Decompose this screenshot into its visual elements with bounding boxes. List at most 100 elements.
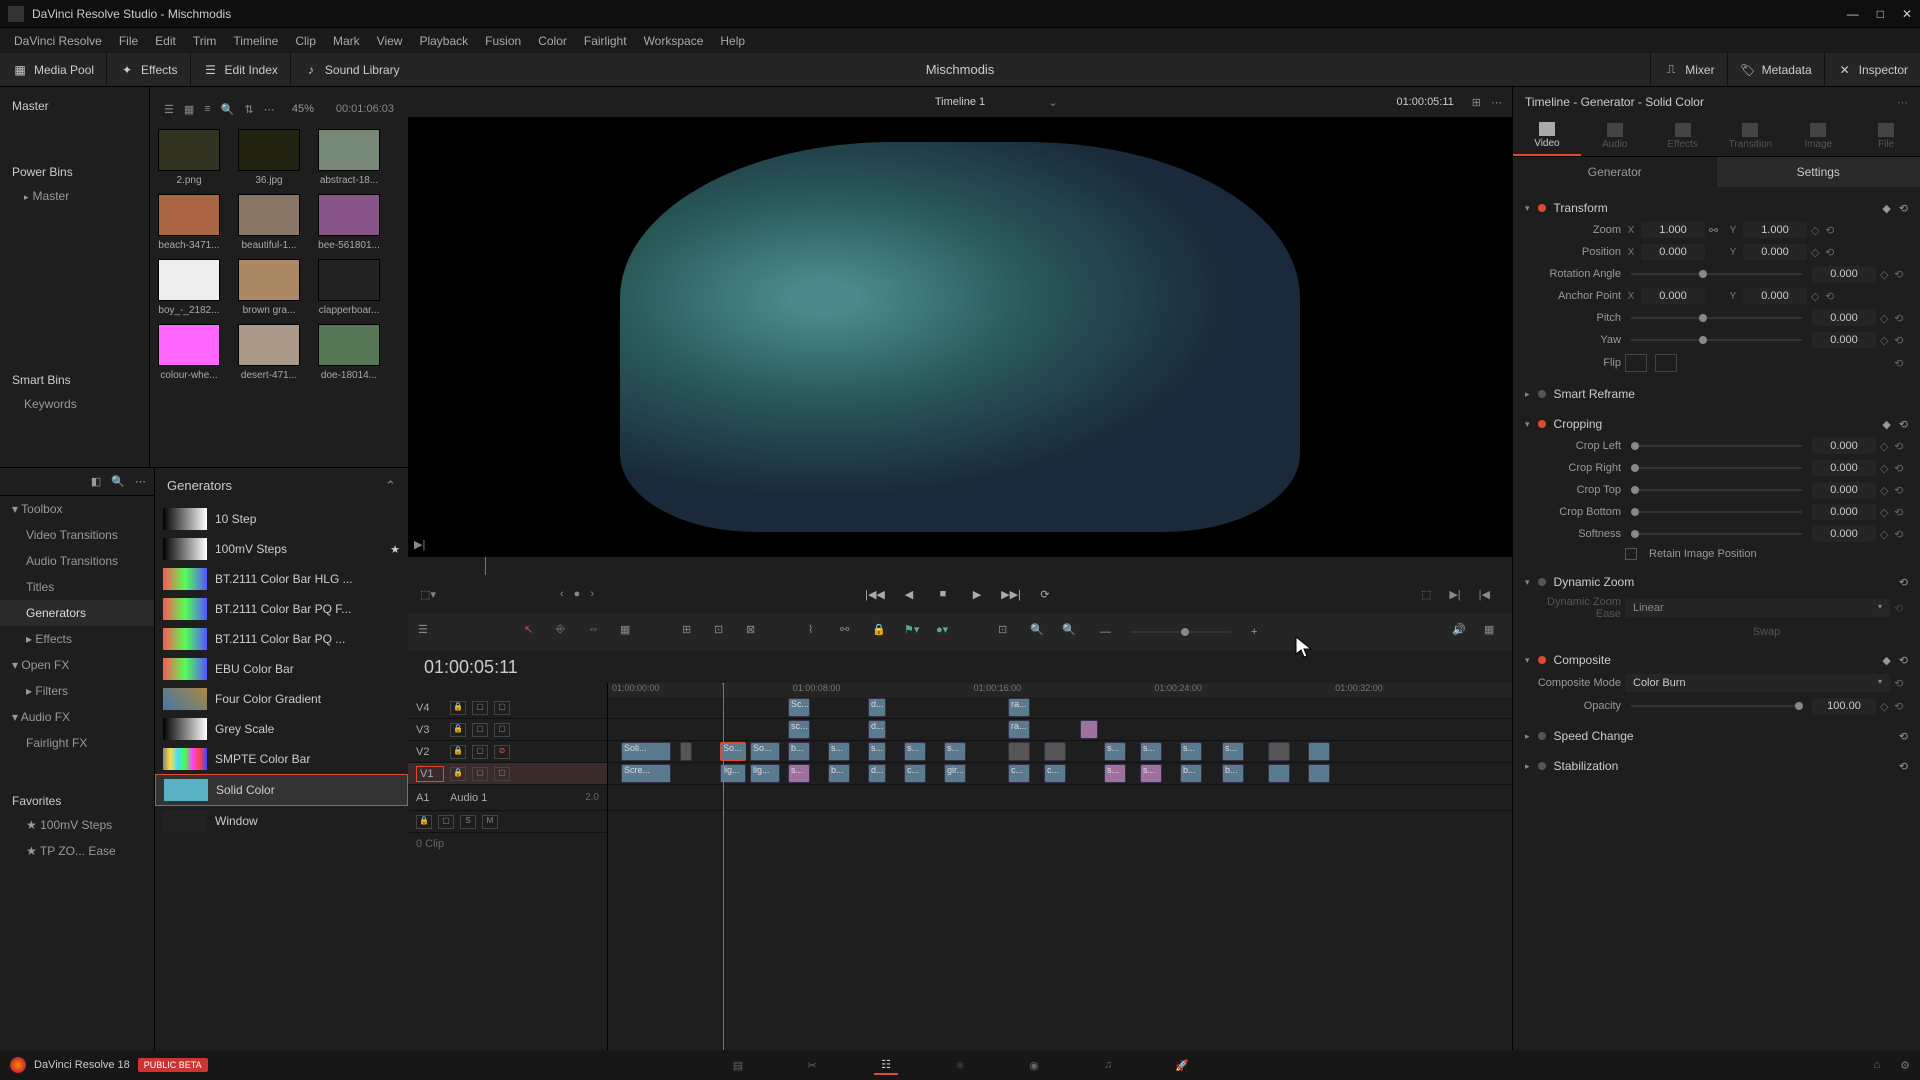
timeline-clip[interactable]: s... <box>944 742 966 761</box>
timeline-clip[interactable] <box>1008 742 1030 761</box>
link-icon[interactable]: ⚯ <box>840 623 858 641</box>
subtab-generator[interactable]: Generator <box>1513 157 1717 187</box>
reset-icon[interactable]: ⟲ <box>1899 202 1908 215</box>
timeline-clip[interactable]: Sc... <box>788 698 810 717</box>
timeline-clip[interactable]: b... <box>788 742 810 761</box>
timeline-clip[interactable]: gir... <box>944 764 966 783</box>
anchor-y-input[interactable]: 0.000 <box>1743 288 1807 304</box>
section-speed-change[interactable]: Speed Change⟲ <box>1515 721 1918 751</box>
track-v3[interactable]: sc... d... ra... <box>608 719 1512 741</box>
snapping-icon[interactable]: ⌇ <box>808 623 826 641</box>
selection-tool-icon[interactable]: ↖ <box>524 623 542 641</box>
timeline-clip[interactable]: s... <box>788 764 810 783</box>
prev-edit-icon[interactable]: ‹ <box>560 588 564 600</box>
timeline-clip[interactable]: b... <box>828 764 850 783</box>
inspector-expand-icon[interactable]: ⋯ <box>1897 96 1908 109</box>
tab-video[interactable]: Video <box>1513 117 1581 156</box>
timeline-clip[interactable]: So... <box>750 742 780 761</box>
timeline-clip[interactable]: b... <box>1180 764 1202 783</box>
timeline-clip[interactable]: d... <box>868 720 886 739</box>
timeline-clip[interactable] <box>680 742 692 761</box>
fxcat-audio-transitions[interactable]: Audio Transitions <box>0 548 154 574</box>
anchor-x-input[interactable]: 0.000 <box>1641 288 1705 304</box>
fx-panel-toggle-icon[interactable]: ◧ <box>91 475 101 488</box>
timeline-timecode[interactable]: 01:00:05:11 <box>408 657 608 678</box>
track-v4[interactable]: Sc...d...ra... <box>608 697 1512 719</box>
viewer-menu-icon[interactable]: ⋯ <box>1491 96 1502 109</box>
marker-icon[interactable]: ●▾ <box>936 623 954 641</box>
crop-top-slider[interactable] <box>1631 489 1802 491</box>
timeline-clip[interactable]: Soli... <box>621 742 671 761</box>
timeline-clip[interactable]: s... <box>868 742 886 761</box>
pitch-slider[interactable] <box>1631 317 1802 319</box>
minimize-icon[interactable]: — <box>1847 7 1859 21</box>
menu-item[interactable]: Fusion <box>479 31 527 51</box>
timeline-clip[interactable] <box>1268 742 1290 761</box>
flag-icon[interactable]: ⚑▾ <box>904 623 922 641</box>
step-icon[interactable]: ▶| <box>414 538 425 551</box>
media-thumbnail[interactable]: boy_-_2182... <box>158 259 220 316</box>
mixer-button[interactable]: ⎍Mixer <box>1650 53 1726 86</box>
search-icon[interactable]: 🔍 <box>111 475 125 488</box>
maximize-icon[interactable]: □ <box>1877 7 1884 21</box>
crop-bottom-slider[interactable] <box>1631 511 1802 513</box>
timeline-clip[interactable]: ra... <box>1008 720 1030 739</box>
favorite-star-icon[interactable]: ★ <box>390 543 400 556</box>
page-fusion[interactable]: ⚛ <box>948 1055 972 1075</box>
ease-dropdown[interactable]: Linear <box>1625 599 1890 617</box>
generator-item[interactable]: 100mV Steps★ <box>155 534 408 564</box>
insert-icon[interactable]: ⊞ <box>682 623 700 641</box>
blade-tool-icon[interactable]: ▦ <box>620 623 638 641</box>
lock-icon[interactable]: 🔒 <box>450 723 466 737</box>
menu-item[interactable]: Help <box>714 31 751 51</box>
timeline-body[interactable]: 01:00:00:0001:00:08:0001:00:16:0001:00:2… <box>608 683 1512 1050</box>
sound-library-button[interactable]: ♪Sound Library <box>290 53 412 86</box>
search-icon[interactable]: 🔍 <box>221 103 235 116</box>
view-thumb-icon[interactable]: ▦ <box>184 103 194 116</box>
menu-item[interactable]: Workspace <box>638 31 710 51</box>
media-thumbnail[interactable]: clapperboar... <box>318 259 380 316</box>
power-master-bin[interactable]: Master <box>0 185 149 207</box>
fxcat-audiofx[interactable]: ▾ Audio FX <box>0 704 154 730</box>
zoom-x-input[interactable]: 1.000 <box>1641 222 1705 238</box>
timeline-clip[interactable]: sc... <box>788 720 810 739</box>
timeline-clip[interactable] <box>1080 720 1098 739</box>
stop-button[interactable]: ■ <box>932 583 954 605</box>
page-media[interactable]: ▤ <box>726 1055 750 1075</box>
timeline-clip[interactable]: s... <box>1104 742 1126 761</box>
page-cut[interactable]: ✂ <box>800 1055 824 1075</box>
loop-button[interactable]: ⟳ <box>1034 583 1056 605</box>
page-edit[interactable]: ☷ <box>874 1055 898 1075</box>
section-stabilization[interactable]: Stabilization⟲ <box>1515 751 1918 781</box>
timeline-clip[interactable]: s... <box>1104 764 1126 783</box>
settings-icon[interactable]: ⚙ <box>1900 1059 1910 1072</box>
timeline-clip[interactable]: ra... <box>1008 698 1030 717</box>
fxcat-video-transitions[interactable]: Video Transitions <box>0 522 154 548</box>
yaw-slider[interactable] <box>1631 339 1802 341</box>
next-frame-button[interactable]: ▶▶| <box>1000 583 1022 605</box>
track-v2[interactable]: Soli...So...So...b...s...s...s...s...s..… <box>608 741 1512 763</box>
pos-y-input[interactable]: 0.000 <box>1743 244 1807 260</box>
viewer-settings-icon[interactable]: ⊞ <box>1472 96 1481 109</box>
timeline-ruler[interactable]: 01:00:00:0001:00:08:0001:00:16:0001:00:2… <box>608 683 1512 697</box>
generator-item[interactable]: BT.2111 Color Bar PQ F... <box>155 594 408 624</box>
menu-item[interactable]: View <box>371 31 409 51</box>
go-end-icon[interactable]: ▶| <box>1449 588 1460 601</box>
lock-icon[interactable]: 🔒 <box>450 701 466 715</box>
lock-icon[interactable]: 🔒 <box>872 623 890 641</box>
menu-item[interactable]: Trim <box>187 31 223 51</box>
master-bin[interactable]: Master <box>0 93 149 119</box>
close-icon[interactable]: ✕ <box>1902 7 1912 21</box>
timeline-clip[interactable]: lig... <box>750 764 780 783</box>
menu-item[interactable]: Timeline <box>227 31 284 51</box>
timeline-clip[interactable]: b... <box>1222 764 1244 783</box>
first-frame-button[interactable]: |◀◀ <box>864 583 886 605</box>
volume-icon[interactable]: 🔊 <box>1452 623 1470 641</box>
chevron-down-icon[interactable]: ⌄ <box>1048 96 1057 109</box>
fxcat-fairlightfx[interactable]: Fairlight FX <box>0 730 154 756</box>
fxcat-filters[interactable]: ▸ Filters <box>0 678 154 704</box>
media-thumbnail[interactable]: 2.png <box>158 129 220 186</box>
favorite-item[interactable]: ★ 100mV Steps <box>0 812 154 838</box>
section-smart-reframe[interactable]: Smart Reframe <box>1515 379 1918 409</box>
timeline-options-icon[interactable]: ▦ <box>1484 623 1502 641</box>
